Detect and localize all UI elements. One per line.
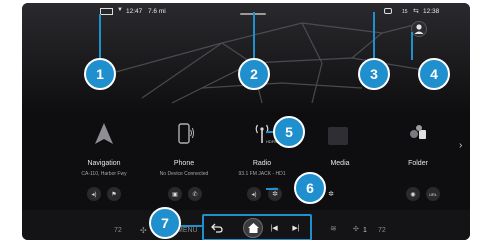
profile-icon [414,24,424,34]
back-icon [211,223,223,233]
map-background [22,3,470,113]
temp-right[interactable]: 72 [378,227,386,234]
home-button[interactable] [242,217,264,239]
url-label: URL [428,191,437,197]
previous-button[interactable]: |◀ [263,217,285,239]
nav-mini-button-2[interactable]: ⚑ [107,187,121,201]
leader-line-2 [253,12,255,60]
home-icon [247,223,259,233]
status-range: 7.6 mi [148,8,166,15]
callout-2: 2 [238,58,270,90]
tile-folder[interactable]: Folder [378,123,458,193]
tile-phone-subtitle: No Device Connected [159,171,209,177]
seat-heat-icon[interactable]: ≋ [330,224,337,233]
fan-right-icon[interactable]: ✣ [353,225,359,233]
leader-line-1 [99,14,101,60]
nav-mini-button[interactable]: ◂) [87,187,101,201]
tile-radio-subtitle: 93.1 FM JACK - HD1 [238,171,286,177]
back-button[interactable] [206,217,228,239]
contacts-icon: ▣ [172,191,178,198]
callout-3: 3 [358,58,390,90]
callout-4: 4 [418,58,450,90]
call-icon: ✆ [192,191,198,198]
navigation-arrow-icon [95,123,113,144]
tile-phone[interactable]: Phone No Device Connected [144,123,224,193]
next-icon: ▶| [292,225,300,232]
flag-icon: ⚑ [111,191,117,198]
callout-5: 5 [273,116,305,148]
leader-line-4 [411,32,413,60]
status-time-left: 12:47 [126,8,143,15]
previous-icon: |◀ [270,225,278,232]
next-page-chevron-icon[interactable]: › [459,140,462,151]
network-icon: ⇆ [413,8,419,15]
fan-level-right: 1 [363,227,367,234]
profile-button[interactable] [411,21,427,37]
radio-mini-button[interactable]: ◂) [247,187,261,201]
globe-icon: ◉ [410,191,416,198]
status-time-right: 12:38 [423,8,440,15]
callout-7: 7 [149,207,181,239]
tile-navigation-title: Navigation [87,160,121,167]
status-badge: 15 [402,9,408,15]
home-button-circle [243,218,263,238]
phone-mini-button[interactable]: ▣ [168,187,182,201]
tile-navigation[interactable]: Navigation CA-110, Harbor Fwy [64,123,144,193]
leader-line-6 [266,188,278,190]
phone-icon [178,123,194,144]
folder-mini-button[interactable]: ◉ [406,187,420,201]
tile-radio-title: Radio [252,160,272,167]
camera-icon [384,8,392,14]
head-unit-screen: ▼ 12:47 7.6 mi 15 ⇆ 12:38 Navigation CA-… [22,3,470,240]
callout-1: 1 [84,58,116,90]
folder-apps-icon [410,125,426,139]
media-art [328,127,348,145]
tile-media-title: Media [330,160,350,167]
tile-folder-title: Folder [408,160,428,167]
settings-icon: ✲ [272,191,278,198]
speaker-icon: ◂) [91,191,97,198]
leader-line-7 [180,225,202,227]
tile-phone-title: Phone [173,160,195,167]
media-settings-mini-button[interactable]: ✲ [324,187,338,201]
battery-icon [100,8,113,15]
callout-6: 6 [294,172,326,204]
location-pin-icon: ▼ [117,7,123,13]
phone-mini-button-2[interactable]: ✆ [188,187,202,201]
temp-left[interactable]: 72 [114,227,122,234]
radio-speaker-icon: ◂) [251,191,257,198]
leader-line-3 [373,12,375,60]
media-settings-icon: ✲ [328,191,334,198]
fan-left-icon[interactable]: ✣ [140,226,147,235]
tile-navigation-subtitle: CA-110, Harbor Fwy [81,171,127,177]
folder-url-button[interactable]: URL [426,187,440,201]
next-button[interactable]: ▶| [285,217,307,239]
